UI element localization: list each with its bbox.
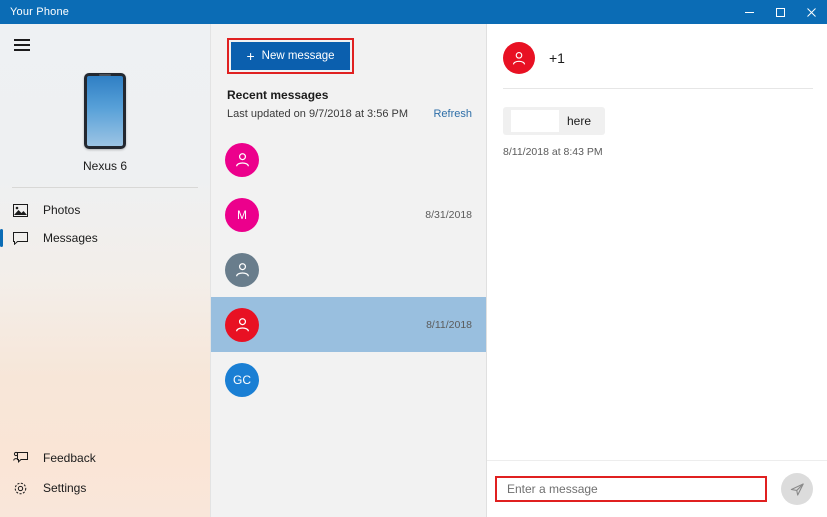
conversation-panel: +1 here 8/11/2018 at 8:43 PM: [487, 24, 827, 517]
device-block: Nexus 6: [0, 73, 210, 173]
conversation-messages: here 8/11/2018 at 8:43 PM: [487, 89, 827, 460]
sidebar-divider: [12, 187, 198, 188]
sidebar-item-label: Settings: [43, 481, 87, 495]
new-message-area: + New message: [211, 24, 486, 74]
list-item-date: 8/31/2018: [425, 208, 472, 221]
list-item[interactable]: M 8/31/2018: [211, 187, 486, 242]
photos-icon: [13, 203, 33, 217]
minimize-button[interactable]: [734, 0, 765, 24]
avatar: GC: [225, 362, 259, 397]
window-title: Your Phone: [10, 6, 70, 18]
message-input[interactable]: [497, 478, 765, 500]
app-body: Nexus 6 Photos Messages Feedback Setting…: [0, 24, 827, 517]
window-controls: [734, 0, 827, 24]
sidebar-item-messages[interactable]: Messages: [0, 224, 210, 252]
sidebar-item-label: Feedback: [43, 451, 96, 465]
phone-icon: [84, 73, 126, 149]
refresh-link[interactable]: Refresh: [433, 108, 472, 120]
sidebar: Nexus 6 Photos Messages Feedback Setting…: [0, 24, 211, 517]
list-item-date: 8/11/2018: [426, 318, 472, 331]
sidebar-item-settings[interactable]: Settings: [0, 473, 210, 503]
list-item[interactable]: [211, 132, 486, 187]
message-text: here: [567, 114, 592, 128]
send-icon: [790, 482, 804, 496]
message-composer: [487, 460, 827, 517]
last-updated-text: Last updated on 9/7/2018 at 3:56 PM: [227, 108, 409, 120]
maximize-button[interactable]: [765, 0, 796, 24]
recent-messages-title: Recent messages: [227, 88, 329, 102]
avatar: [503, 42, 535, 74]
title-bar: Your Phone: [0, 0, 827, 24]
feedback-icon: [13, 451, 33, 465]
conversation-header: +1: [487, 24, 827, 74]
avatar-initials: M: [237, 207, 247, 222]
message-input-annotation: [495, 476, 767, 502]
sidebar-item-feedback[interactable]: Feedback: [0, 443, 210, 473]
redacted-block: [511, 110, 559, 132]
avatar: M: [225, 197, 259, 232]
close-button[interactable]: [796, 0, 827, 24]
new-message-button[interactable]: + New message: [231, 42, 350, 70]
sidebar-item-label: Messages: [43, 231, 98, 245]
avatar: [225, 307, 259, 342]
conversation-contact-name: +1: [549, 50, 565, 66]
new-message-annotation: + New message: [227, 38, 354, 74]
new-message-label: New message: [261, 50, 335, 62]
sidebar-bottom-nav: Feedback Settings: [0, 443, 210, 517]
message-list-panel: + New message Recent messages Last updat…: [211, 24, 487, 517]
message-bubble: here: [503, 107, 606, 135]
avatar-initials: GC: [233, 372, 251, 387]
send-button[interactable]: [781, 473, 813, 505]
sidebar-item-label: Photos: [43, 203, 81, 217]
list-item[interactable]: GC: [211, 352, 486, 407]
message-timestamp: 8/11/2018 at 8:43 PM: [503, 146, 603, 158]
message-icon: [13, 231, 33, 245]
list-item[interactable]: 8/11/2018: [211, 297, 486, 352]
avatar: [225, 252, 259, 287]
hamburger-icon[interactable]: [0, 27, 44, 63]
sidebar-item-photos[interactable]: Photos: [0, 196, 210, 224]
sidebar-nav: Photos Messages: [0, 196, 210, 252]
your-phone-app: Your Phone Nexus 6 Photos Messages Feedb…: [0, 0, 827, 517]
avatar: [225, 142, 259, 177]
gear-icon: [13, 481, 33, 496]
last-updated-row: Last updated on 9/7/2018 at 3:56 PM Refr…: [211, 102, 486, 120]
list-item[interactable]: [211, 242, 486, 297]
conversation-list: M 8/31/2018 8/11/2018 GC: [211, 132, 486, 407]
device-name: Nexus 6: [82, 159, 128, 173]
plus-icon: +: [246, 48, 255, 64]
